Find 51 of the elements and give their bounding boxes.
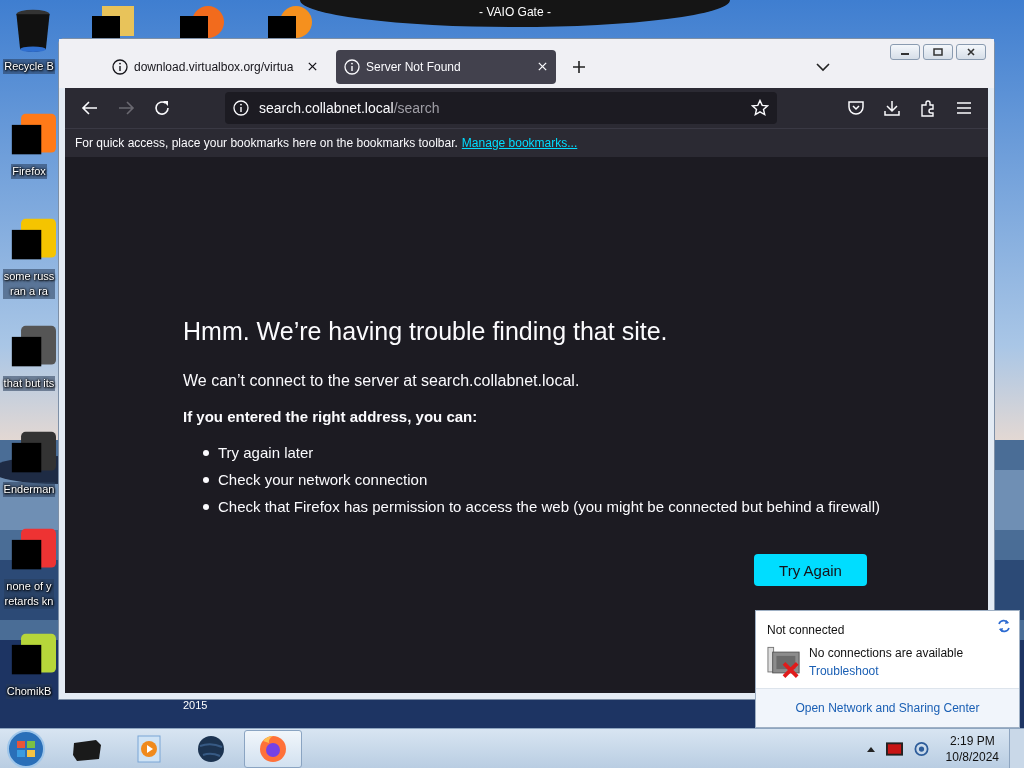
disconnected-network-icon [767,646,801,679]
minimize-button[interactable] [890,44,920,60]
back-icon[interactable] [81,99,99,117]
network-tray-icon[interactable] [912,741,930,756]
refresh-icon[interactable] [997,619,1011,633]
clock[interactable]: 2:19 PM 10/8/2024 [945,732,999,765]
icon-label: Recycle B [3,59,55,74]
error-title: Hmm. We’re having trouble finding that site. [183,317,669,346]
bullet-icon [203,449,209,456]
browser-tab[interactable]: download.virtualbox.org/virtua [104,49,326,84]
bullet-icon [203,503,209,510]
troubleshoot-link[interactable]: Troubleshoot [809,664,964,678]
maximize-icon [933,48,943,56]
info-icon [112,58,128,75]
icon-label: ChomikB [5,684,53,699]
puzzle-icon[interactable] [919,99,937,117]
close-button[interactable] [956,44,986,60]
suggestion-text: Check your network connection [218,471,428,488]
monitor-tray-icon[interactable] [885,741,903,756]
connection-status: Not connected [767,623,845,637]
info-icon [344,58,360,75]
reload-icon[interactable] [153,99,171,117]
error-message: We can’t connect to the server at search.collabnet.local. [183,372,581,390]
new-tab-icon[interactable] [572,59,586,74]
bookmarks-hint: For quick access, place your bookmarks here on the bookmarks toolbar. [75,136,458,150]
chevron-down-icon[interactable] [816,61,830,72]
icon-label: Enderman [2,482,56,497]
suggestion-text: Try again later [218,444,314,461]
info-icon[interactable] [233,100,249,116]
desktop-text: 2015 [183,699,208,711]
url-text: search.collabnet.local/search [259,100,440,116]
manage-bookmarks-link[interactable]: Manage bookmarks... [461,136,578,150]
maximize-button[interactable] [923,44,953,60]
bullet-icon [203,476,209,483]
icon-label: none of y retards kn [3,579,55,609]
connection-message: No connections are available [809,646,964,660]
address-bar[interactable]: search.collabnet.local/search [225,92,777,124]
start-button[interactable] [6,728,46,768]
icon-label: that but its [2,376,56,391]
menu-icon[interactable] [955,99,973,117]
browser-tab[interactable]: Server Not Found [336,49,556,84]
suggestions-heading: If you entered the right address, you can: [183,408,479,425]
download-icon[interactable] [883,99,901,117]
icon-label: some russ ran a ra [2,269,56,299]
star-icon[interactable] [751,99,769,117]
close-icon[interactable] [307,61,318,72]
suggestion-text: Check that Firefox has permission to access the web (you might be connected but behind a firewall) [218,498,880,515]
close-icon [966,48,976,56]
icon-label: Firefox [11,164,47,179]
pocket-icon[interactable] [847,99,865,117]
try-again-button[interactable]: Try Again [754,554,867,586]
